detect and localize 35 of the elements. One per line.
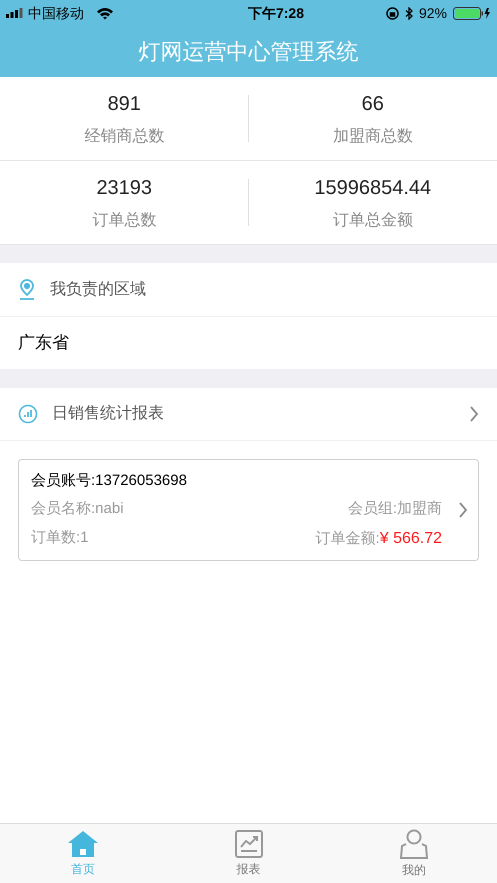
battery-icon bbox=[453, 6, 491, 20]
bluetooth-icon bbox=[404, 6, 413, 20]
order-count: 订单数:1 bbox=[31, 528, 89, 548]
location-pin-icon bbox=[18, 278, 36, 300]
user-icon bbox=[399, 828, 430, 858]
tab[interactable]: 报表 bbox=[166, 824, 332, 883]
signal-icon bbox=[6, 8, 24, 18]
home-icon bbox=[66, 830, 99, 858]
wifi-icon bbox=[96, 6, 114, 20]
clock-time: 下午7:28 bbox=[248, 4, 304, 22]
stat-label: 经销商总数 bbox=[84, 126, 164, 146]
tab[interactable]: 我的 bbox=[331, 824, 497, 883]
stat-value: 15996854.44 bbox=[314, 176, 432, 200]
chart-icon bbox=[234, 830, 262, 858]
member-account: 会员账号:13726053698 bbox=[31, 470, 188, 490]
stat-value: 66 bbox=[362, 92, 384, 116]
order-amount: 订单金额:¥ 566.72 bbox=[316, 528, 442, 548]
app-title: 灯网运营中心管理系统 bbox=[138, 38, 358, 66]
carrier-name: 中国移动 bbox=[28, 4, 84, 22]
rotation-lock-icon bbox=[386, 6, 399, 20]
region-title: 我负责的区域 bbox=[50, 280, 146, 300]
chevron-right-icon bbox=[469, 406, 479, 422]
member-name: 会员名称:nabi bbox=[31, 499, 124, 519]
member-card[interactable]: 会员账号:13726053698 会员名称:nabi 会员组:加盟商 订单数:1 订单金额:¥ 566.72 bbox=[18, 459, 479, 561]
battery-percent: 92% bbox=[418, 4, 447, 22]
member-group: 会员组:加盟商 bbox=[348, 498, 442, 520]
region-value: 广东省 bbox=[18, 332, 69, 354]
chevron-right-icon bbox=[458, 502, 468, 518]
tab[interactable]: 首页 bbox=[0, 824, 166, 883]
stat-label: 订单总金额 bbox=[332, 210, 413, 230]
stat-label: 订单总数 bbox=[92, 210, 156, 230]
stat-label: 加盟商总数 bbox=[332, 126, 413, 146]
stat-value: 23193 bbox=[96, 176, 152, 200]
bar-chart-icon bbox=[18, 404, 38, 424]
stat-value: 891 bbox=[108, 92, 141, 116]
